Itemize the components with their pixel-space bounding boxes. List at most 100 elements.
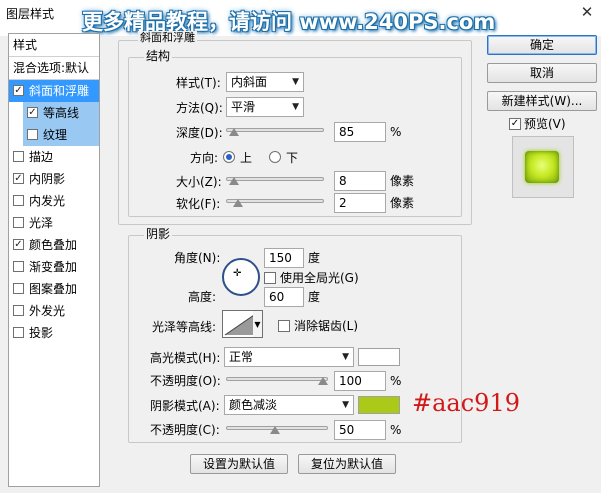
shadow-opacity-slider-thumb[interactable]: [270, 426, 280, 434]
soften-label: 软化(F):: [176, 197, 221, 211]
global-light-label: 使用全局光(G): [280, 271, 359, 285]
highlight-opacity-slider[interactable]: [226, 377, 328, 381]
satin-label: 光泽: [29, 216, 54, 230]
depth-input[interactable]: 85: [334, 122, 386, 142]
list-item-inner-glow[interactable]: 内发光: [9, 190, 99, 212]
global-light-checkbox[interactable]: [264, 272, 276, 284]
styles-header[interactable]: 样式: [9, 34, 99, 56]
list-item-pattern-overlay[interactable]: 图案叠加: [9, 278, 99, 300]
chevron-down-icon: ▼: [342, 400, 349, 410]
depth-unit: %: [390, 125, 402, 139]
chevron-down-icon: ▼: [292, 77, 299, 87]
crosshair-icon: ✛: [233, 268, 242, 279]
direction-up-radio[interactable]: [223, 151, 235, 163]
inner-shadow-label: 内阴影: [29, 172, 66, 186]
shadow-opacity-label: 不透明度(C):: [150, 423, 220, 437]
new-style-button[interactable]: 新建样式(W)...: [487, 91, 597, 111]
color-annotation: #aac919: [412, 389, 520, 417]
shadow-mode-value: 颜色减淡: [229, 398, 278, 412]
size-unit: 像素: [390, 174, 415, 188]
inner-glow-label: 内发光: [29, 194, 66, 208]
styles-list: 样式 混合选项:默认 ✓ 斜面和浮雕 ✓ 等高线 纹理 描边 ✓ 内阴影 内发光…: [8, 33, 100, 487]
drop-shadow-checkbox[interactable]: [13, 327, 24, 338]
angle-input[interactable]: 150: [264, 248, 304, 268]
technique-label: 方法(Q):: [176, 101, 223, 115]
outer-glow-checkbox[interactable]: [13, 305, 24, 316]
stroke-label: 描边: [29, 150, 54, 164]
list-item-stroke[interactable]: 描边: [9, 146, 99, 168]
satin-checkbox[interactable]: [13, 217, 24, 228]
shadow-opacity-input[interactable]: 50: [334, 420, 386, 440]
depth-label: 深度(D):: [176, 126, 223, 140]
preview-checkbox[interactable]: ✓: [509, 118, 521, 130]
preview-thumbnail: [525, 151, 559, 183]
blend-options-item[interactable]: 混合选项:默认: [9, 57, 99, 79]
direction-label: 方向:: [190, 151, 219, 165]
shadow-mode-select[interactable]: 颜色减淡 ▼: [224, 395, 354, 415]
gradient-overlay-label: 渐变叠加: [29, 260, 78, 274]
shadow-color-swatch[interactable]: [358, 396, 400, 414]
texture-label: 纹理: [43, 128, 68, 142]
stroke-checkbox[interactable]: [13, 151, 24, 162]
inner-glow-checkbox[interactable]: [13, 195, 24, 206]
altitude-input[interactable]: 60: [264, 287, 304, 307]
size-input[interactable]: 8: [334, 171, 386, 191]
shadow-opacity-unit: %: [390, 423, 402, 437]
list-item-texture[interactable]: 纹理: [23, 124, 99, 146]
list-item-drop-shadow[interactable]: 投影: [9, 322, 99, 344]
chevron-down-icon[interactable]: ▼: [253, 310, 263, 338]
list-item-gradient-overlay[interactable]: 渐变叠加: [9, 256, 99, 278]
list-item-inner-shadow[interactable]: ✓ 内阴影: [9, 168, 99, 190]
close-icon[interactable]: ✕: [578, 3, 596, 21]
make-default-button[interactable]: 设置为默认值: [190, 454, 288, 474]
direction-up-label: 上: [240, 151, 253, 165]
ok-button[interactable]: 确定: [487, 35, 597, 55]
shading-title: 阴影: [144, 227, 173, 241]
depth-slider[interactable]: [226, 128, 324, 132]
style-select-value: 内斜面: [231, 75, 268, 89]
size-label: 大小(Z):: [176, 175, 222, 189]
bevel-group-title: 斜面和浮雕: [138, 31, 197, 45]
structure-title: 结构: [144, 49, 173, 63]
style-select[interactable]: 内斜面 ▼: [226, 72, 304, 92]
soften-slider-thumb[interactable]: [233, 199, 243, 207]
texture-checkbox[interactable]: [27, 129, 38, 140]
pattern-overlay-checkbox[interactable]: [13, 283, 24, 294]
direction-down-label: 下: [286, 151, 299, 165]
list-item-satin[interactable]: 光泽: [9, 212, 99, 234]
highlight-color-swatch[interactable]: [358, 348, 400, 366]
highlight-opacity-slider-thumb[interactable]: [318, 377, 328, 385]
pattern-overlay-label: 图案叠加: [29, 282, 78, 296]
altitude-label: 高度:: [188, 290, 217, 304]
gloss-contour-label: 光泽等高线:: [152, 320, 217, 334]
direction-down-radio[interactable]: [269, 151, 281, 163]
angle-dial[interactable]: ✛: [222, 258, 260, 296]
highlight-opacity-input[interactable]: 100: [334, 371, 386, 391]
size-slider[interactable]: [226, 177, 324, 181]
contour-checkbox[interactable]: ✓: [27, 107, 38, 118]
window-title: 图层样式: [6, 7, 55, 21]
size-slider-thumb[interactable]: [229, 177, 239, 185]
list-item-outer-glow[interactable]: 外发光: [9, 300, 99, 322]
preview-label: 预览(V): [524, 117, 566, 131]
antialias-label: 消除锯齿(L): [294, 319, 359, 333]
bevel-checkbox[interactable]: ✓: [13, 85, 24, 96]
highlight-mode-select[interactable]: 正常 ▼: [224, 347, 354, 367]
color-overlay-checkbox[interactable]: ✓: [13, 239, 24, 250]
depth-slider-thumb[interactable]: [229, 128, 239, 136]
cancel-button[interactable]: 取消: [487, 63, 597, 83]
technique-select[interactable]: 平滑 ▼: [226, 97, 304, 117]
gradient-overlay-checkbox[interactable]: [13, 261, 24, 272]
antialias-checkbox[interactable]: [278, 320, 290, 332]
list-item-color-overlay[interactable]: ✓ 颜色叠加: [9, 234, 99, 256]
soften-input[interactable]: 2: [334, 193, 386, 213]
styles-header-label: 样式: [13, 38, 38, 52]
reset-default-button[interactable]: 复位为默认值: [298, 454, 396, 474]
list-item-bevel[interactable]: ✓ 斜面和浮雕: [9, 80, 99, 102]
shadow-mode-label: 阴影模式(A):: [150, 399, 220, 413]
highlight-opacity-unit: %: [390, 374, 402, 388]
list-item-contour[interactable]: ✓ 等高线: [23, 102, 99, 124]
inner-shadow-checkbox[interactable]: ✓: [13, 173, 24, 184]
technique-select-value: 平滑: [231, 100, 256, 114]
drop-shadow-label: 投影: [29, 326, 54, 340]
